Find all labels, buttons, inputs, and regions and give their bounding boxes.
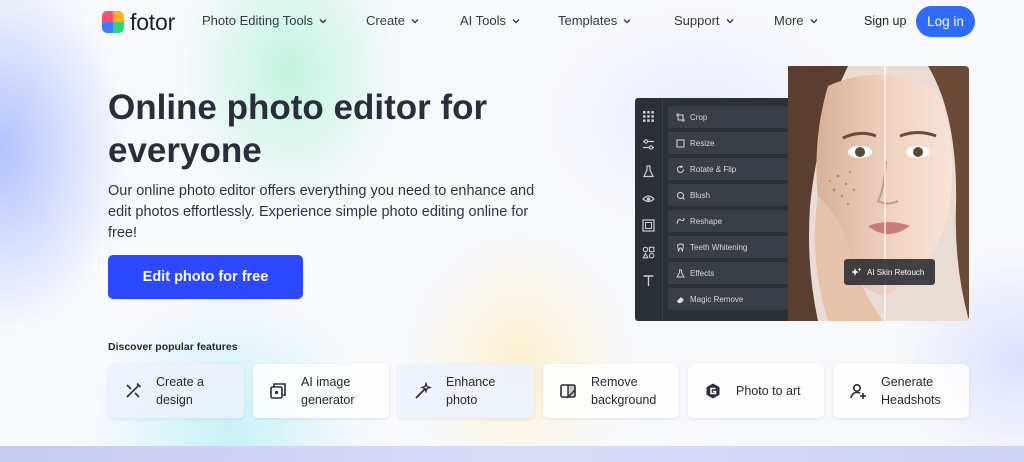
feature-photo-to-art[interactable]: Photo to art — [688, 364, 824, 418]
editor-tool-label: Resize — [690, 138, 715, 148]
editor-tool-label: Teeth Whitening — [690, 242, 748, 252]
design-tools-icon — [126, 382, 142, 398]
feature-enhance-photo[interactable]: Enhance photo — [398, 364, 534, 418]
chevron-down-icon — [623, 18, 631, 23]
chevron-down-icon — [726, 18, 734, 23]
nav-label: Photo Editing Tools — [202, 13, 314, 28]
nav-create[interactable]: Create — [366, 13, 420, 28]
editor-tool-rotate[interactable]: Rotate & Flip — [668, 158, 788, 180]
nav-more[interactable]: More — [774, 13, 819, 28]
features-title: Discover popular features — [108, 341, 238, 353]
feature-label: Remove background — [591, 375, 657, 407]
feature-generate-headshots[interactable]: Generate Headshots — [833, 364, 969, 418]
blush-icon — [677, 191, 685, 200]
feature-label: AI image generator — [301, 375, 355, 407]
editor-tool-label: Crop — [690, 112, 708, 122]
ai-image-icon — [270, 383, 286, 399]
nav-templates[interactable]: Templates — [558, 13, 632, 28]
editor-tool-magic-remove[interactable]: Magic Remove — [668, 288, 788, 310]
top-nav: fotor Photo Editing Tools Create AI Tool… — [0, 0, 1024, 44]
signup-link[interactable]: Sign up — [864, 14, 906, 28]
editor-tool-label: Blush — [690, 190, 711, 200]
resize-icon — [676, 139, 685, 147]
badge-label: AI Skin Retouch — [867, 267, 925, 277]
ai-skin-retouch-badge[interactable]: AI Skin Retouch — [844, 259, 935, 285]
editor-tool-blush[interactable]: Blush — [668, 184, 788, 206]
edit-photo-button[interactable]: Edit photo for free — [108, 255, 303, 299]
editor-tool-teeth[interactable]: Teeth Whitening — [668, 236, 788, 258]
editor-tool-label: Magic Remove — [690, 294, 744, 304]
teeth-icon — [677, 243, 684, 252]
bottom-strip — [0, 446, 1024, 462]
feature-label: Photo to art — [736, 384, 801, 398]
hero-title: Online photo editor for everyone — [108, 88, 488, 170]
magic-wand-icon — [415, 382, 432, 399]
feature-label: Enhance photo — [446, 375, 496, 407]
grid-icon — [643, 111, 654, 122]
editor-tool-label: Effects — [690, 268, 715, 278]
chevron-down-icon — [411, 18, 419, 23]
elements-icon — [642, 246, 655, 259]
editor-preview: Crop Resize Rotate & Flip Blush Reshape … — [635, 98, 790, 321]
nav-support[interactable]: Support — [674, 13, 735, 28]
feature-ai-image-generator[interactable]: AI image generator — [253, 364, 389, 418]
nav-label: More — [774, 13, 804, 28]
eye-icon — [642, 195, 655, 203]
editor-toolbar — [635, 98, 663, 321]
editor-tool-label: Reshape — [690, 216, 723, 226]
feature-remove-background[interactable]: Remove background — [543, 364, 679, 418]
rotate-icon — [677, 165, 684, 173]
chevron-down-icon — [810, 18, 818, 23]
editor-tool-label: Rotate & Flip — [690, 164, 737, 174]
nav-label: Support — [674, 13, 720, 28]
nav-label: AI Tools — [460, 13, 507, 28]
remove-bg-icon — [560, 384, 576, 399]
eraser-icon — [677, 296, 684, 303]
hero-description: Our online photo editor offers everythin… — [108, 183, 535, 241]
sparkle-icon — [852, 267, 862, 276]
chevron-down-icon — [512, 18, 520, 23]
login-button[interactable]: Log in — [916, 6, 975, 37]
nav-ai-tools[interactable]: AI Tools — [460, 13, 521, 28]
beaker-icon — [643, 165, 654, 178]
nav-label: Templates — [558, 13, 618, 28]
art-logo-icon — [706, 383, 720, 399]
text-icon — [643, 275, 654, 286]
editor-tool-crop[interactable]: Crop — [668, 106, 788, 128]
feature-label: Generate Headshots — [881, 375, 941, 407]
sliders-icon — [643, 139, 654, 150]
editor-tool-effects[interactable]: Effects — [668, 262, 788, 284]
crop-icon — [676, 112, 685, 122]
chevron-down-icon — [319, 18, 327, 23]
nav-photo-editing-tools[interactable]: Photo Editing Tools — [202, 13, 328, 28]
headshot-icon — [850, 383, 866, 399]
editor-tool-reshape[interactable]: Reshape — [668, 210, 788, 232]
editor-tool-resize[interactable]: Resize — [668, 132, 788, 154]
feature-create-design[interactable]: Create a design — [108, 364, 244, 418]
feature-label: Create a design — [156, 375, 204, 407]
nav-label: Create — [366, 13, 406, 28]
reshape-icon — [676, 217, 685, 224]
frame-icon — [642, 219, 655, 232]
effects-icon — [676, 269, 685, 277]
